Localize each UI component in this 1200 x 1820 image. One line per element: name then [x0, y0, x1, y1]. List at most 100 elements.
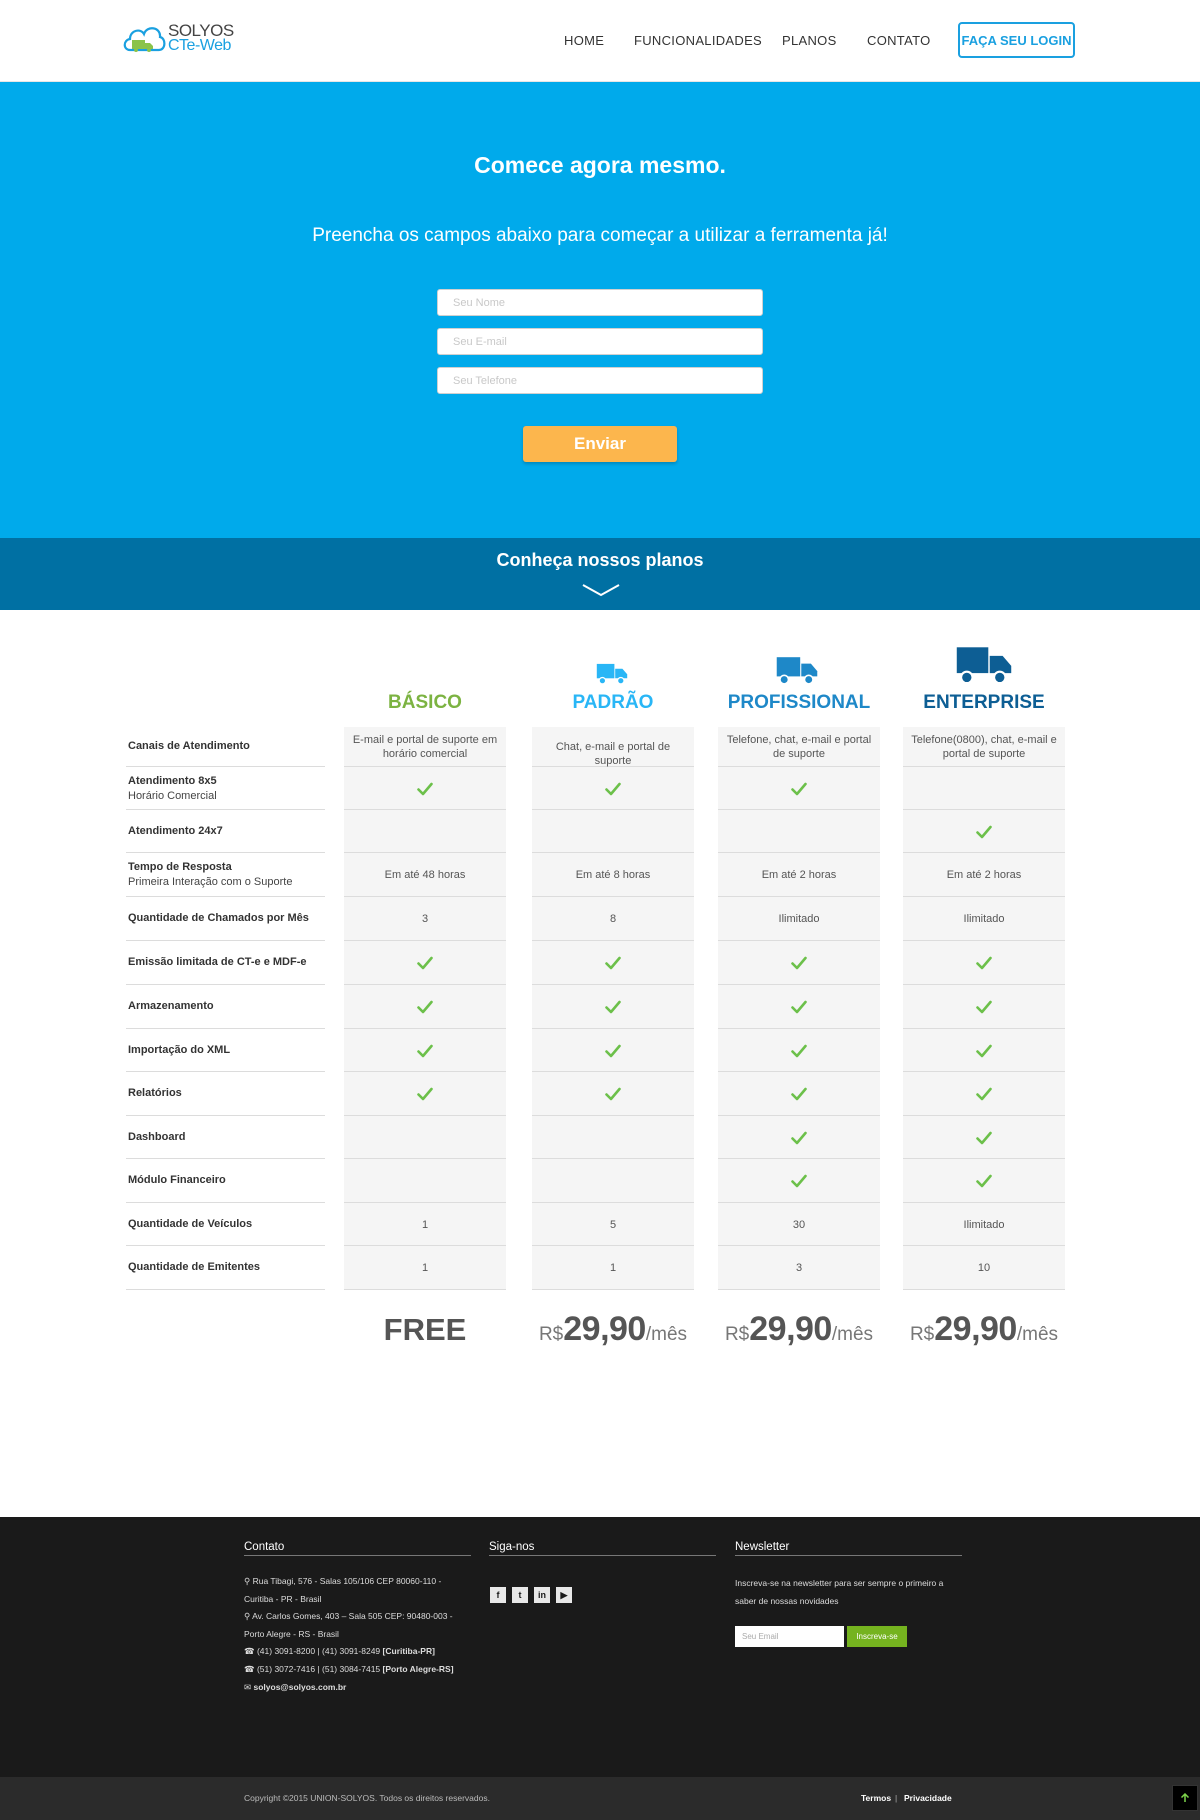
plan-cell-value: Em até 2 horas — [761, 869, 837, 881]
check-icon — [976, 1000, 992, 1014]
plan-cell-value: Chat, e-mail e portal de suporte — [555, 741, 671, 767]
address-porto-alegre-text: Av. Carlos Gomes, 403 – Sala 505 CEP: 90… — [244, 1611, 453, 1639]
cell-divider — [532, 852, 694, 853]
envelope-icon: ✉ — [244, 1681, 252, 1692]
contact-email[interactable]: ✉ solyos@solyos.com.br — [244, 1679, 464, 1697]
nav-home[interactable]: HOME — [564, 33, 604, 48]
row-divider — [126, 766, 325, 767]
cell-divider — [903, 1289, 1065, 1290]
cell-divider — [718, 1289, 880, 1290]
price-value: 29,90 — [934, 1310, 1017, 1348]
email-input[interactable] — [437, 328, 763, 355]
copyright-bar: Copyright ©2015 UNION-SOLYOS. Todos os d… — [0, 1777, 1200, 1820]
plans-band[interactable]: Conheça nossos planos — [0, 538, 1200, 610]
row-divider — [126, 1202, 325, 1203]
plan-name-basico: BÁSICO — [388, 692, 462, 713]
cell-divider — [903, 1158, 1065, 1159]
check-icon — [976, 956, 992, 970]
cloud-truck-logo-icon — [123, 27, 166, 52]
phone-curitiba-city: [Curitiba-PR] — [382, 1646, 435, 1657]
cell-divider — [344, 940, 506, 941]
check-icon — [417, 956, 433, 970]
privacy-link[interactable]: Privacidade — [904, 1793, 952, 1803]
footer-social-title: Siga-nos — [489, 1541, 716, 1556]
feature-name: Módulo Financeiro — [128, 1174, 226, 1186]
row-divider — [126, 940, 325, 941]
scroll-top-button[interactable] — [1172, 1785, 1198, 1811]
cell-divider — [903, 766, 1065, 767]
phone-curitiba: ☎ (41) 3091-8200 | (41) 3091-8249 [Curit… — [244, 1643, 464, 1661]
row-divider — [126, 1289, 325, 1290]
footer-contact-info: ⚲ Rua Tibagi, 576 - Salas 105/106 CEP 80… — [244, 1573, 464, 1696]
nav-funcionalidades[interactable]: FUNCIONALIDADES — [634, 33, 762, 48]
cell-divider — [344, 896, 506, 897]
cell-divider — [903, 1245, 1065, 1246]
cell-divider — [718, 896, 880, 897]
price-period: /mês — [645, 1324, 688, 1345]
feature-label: Quantidade de Chamados por Mês — [128, 911, 309, 926]
cell-divider — [718, 852, 880, 853]
phone-input[interactable] — [437, 367, 763, 394]
logo[interactable]: SOLYOS CTe-Web — [122, 18, 234, 58]
plan-cell-value: 3 — [795, 1262, 803, 1274]
check-icon — [417, 1044, 433, 1057]
check-icon — [605, 1000, 621, 1014]
nav-planos[interactable]: PLANOS — [782, 33, 837, 48]
feature-label: Canais de Atendimento — [128, 739, 250, 754]
site-footer: Contato Siga-nos Newsletter ⚲ Rua Tibagi… — [0, 1517, 1200, 1777]
row-divider — [126, 896, 325, 897]
plan-cell-value: E-mail e portal de suporte em horário co… — [352, 734, 498, 760]
cell-divider — [344, 984, 506, 985]
cell-divider — [532, 1245, 694, 1246]
feature-name: Tempo de Resposta — [128, 861, 232, 873]
row-divider — [126, 1115, 325, 1116]
plan-cell-value: Em até 48 horas — [384, 869, 466, 881]
address-porto-alegre: ⚲ Av. Carlos Gomes, 403 – Sala 505 CEP: … — [244, 1608, 464, 1643]
feature-label: Importação do XML — [128, 1043, 230, 1058]
check-icon — [417, 1087, 433, 1101]
cell-divider — [718, 1158, 880, 1159]
feature-sublabel: Primeira Interação com o Suporte — [128, 876, 293, 888]
hero-subtitle: Preencha os campos abaixo para começar a… — [312, 225, 888, 246]
feature-name: Dashboard — [128, 1130, 186, 1143]
linkedin-icon[interactable]: in — [534, 1587, 550, 1603]
phone-porto-alegre: ☎ (51) 3072-7416 | (51) 3084-7415 [Porto… — [244, 1661, 464, 1679]
price-padrao: R$29,90/mês — [521, 1310, 705, 1349]
row-divider — [126, 1158, 325, 1159]
cell-divider — [718, 809, 880, 810]
cell-divider — [718, 1202, 880, 1203]
cell-divider — [532, 1202, 694, 1203]
check-icon — [791, 1174, 807, 1188]
check-icon — [605, 782, 621, 795]
row-divider — [126, 809, 325, 810]
footer-contact-title: Contato — [244, 1541, 471, 1556]
newsletter-subscribe-button[interactable]: Inscreva-se — [847, 1626, 907, 1647]
address-curitiba-text: Rua Tibagi, 576 - Salas 105/106 CEP 8006… — [244, 1576, 442, 1604]
plan-cell-value: Em até 2 horas — [946, 869, 1022, 881]
send-button[interactable]: Enviar — [523, 426, 677, 462]
price-profissional: R$29,90/mês — [707, 1310, 891, 1349]
login-button[interactable]: FAÇA SEU LOGIN — [958, 22, 1075, 58]
plan-cell-value: Ilimitado — [963, 913, 1005, 925]
cell-divider — [344, 1028, 506, 1029]
name-input[interactable] — [437, 289, 763, 316]
newsletter-email-input[interactable] — [735, 1626, 844, 1647]
chevron-down-icon[interactable] — [581, 582, 621, 598]
facebook-icon[interactable]: f — [490, 1587, 506, 1603]
youtube-icon[interactable]: ▶ — [556, 1587, 572, 1603]
check-icon — [976, 1131, 992, 1144]
plan-cell-value: 3 — [421, 913, 429, 925]
feature-label: Atendimento 24x7 — [128, 824, 223, 839]
terms-link[interactable]: Termos — [861, 1793, 891, 1803]
feature-name: Armazenamento — [128, 1000, 214, 1012]
twitter-icon[interactable]: t — [512, 1587, 528, 1603]
plan-cell-value: 10 — [977, 1262, 991, 1274]
cell-divider — [344, 766, 506, 767]
row-divider — [126, 984, 325, 985]
cell-divider — [903, 940, 1065, 941]
phone-icon: ☎ — [244, 1663, 255, 1674]
check-icon — [605, 1044, 621, 1057]
price-period: /mês — [831, 1324, 874, 1345]
nav-contato[interactable]: CONTATO — [867, 33, 931, 48]
feature-label: Atendimento 8x5 Horário Comercial — [128, 774, 217, 804]
